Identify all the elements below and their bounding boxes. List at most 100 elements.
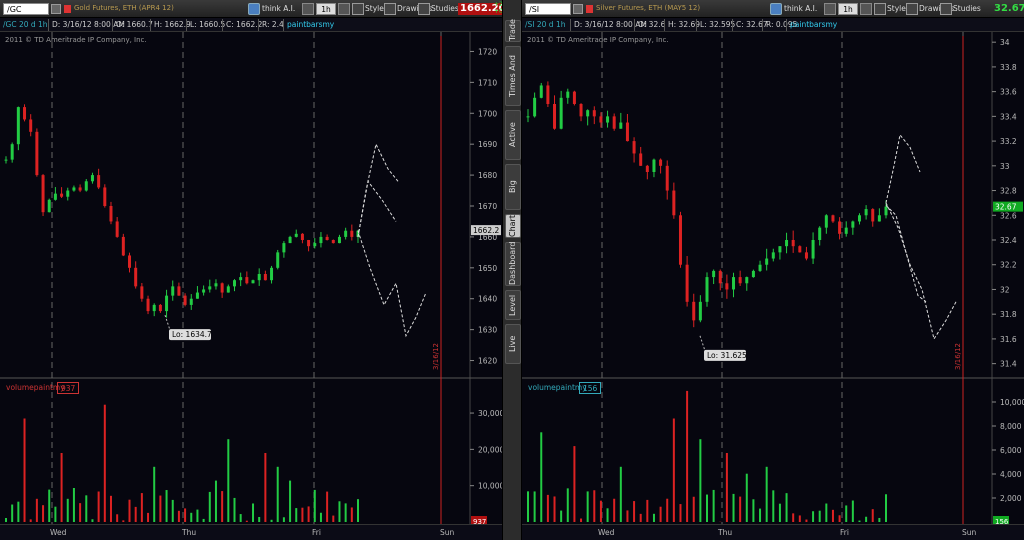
candle-body — [60, 193, 64, 197]
think-ai-icon[interactable] — [248, 3, 260, 15]
candle-body — [851, 221, 855, 228]
studies-icon[interactable] — [418, 3, 430, 15]
period-up-icon[interactable] — [338, 3, 350, 15]
candle-body — [844, 227, 848, 234]
price-tick-label: 32.8 — [1000, 187, 1017, 196]
side-tab-live-news[interactable]: Live News — [505, 324, 531, 364]
volume-bar — [289, 480, 292, 522]
price-volume-chart[interactable]: 2011 © TD Ameritrade IP Company, Inc. 34 3… — [522, 32, 1024, 540]
candle-body — [785, 240, 789, 247]
price-tick-label: 1650 — [478, 264, 497, 273]
candle-body — [732, 277, 736, 290]
price-volume-chart[interactable]: 2011 © TD Ameritrade IP Company, Inc. 172… — [0, 32, 502, 540]
info-study[interactable]: paintbarsmy — [790, 20, 837, 29]
volume-bar — [319, 512, 322, 522]
side-tab-chart[interactable]: Chart — [505, 214, 521, 238]
volume-bar — [42, 505, 45, 522]
candle-body — [121, 236, 125, 256]
candle-body — [245, 277, 249, 284]
price-tick-label: 32.4 — [1000, 236, 1017, 245]
low-label: Lo: 31.625 — [707, 351, 747, 360]
price-tick-label: 31.6 — [1000, 335, 1017, 344]
side-tab-dashboard[interactable]: Dashboard — [505, 242, 521, 286]
think-ai-icon[interactable] — [770, 3, 782, 15]
expiration-label: 3/16/12 — [954, 343, 962, 370]
symbol-dropdown-icon[interactable] — [573, 4, 583, 14]
volume-bar — [845, 505, 848, 522]
period-down-icon[interactable] — [302, 3, 314, 15]
think-ai-label[interactable]: think A.I. — [784, 4, 817, 13]
time-axis: Wed Thu Fri Sun — [0, 524, 502, 540]
price-tick-label: 1670 — [478, 202, 497, 211]
drawings-icon[interactable] — [384, 3, 396, 15]
volume-bar — [29, 519, 32, 522]
info-study[interactable]: paintbarsmy — [287, 20, 334, 29]
volume-bar — [184, 508, 187, 522]
info-symbol[interactable]: /SI 20 d 1h — [525, 20, 565, 29]
think-ai-label[interactable]: think A.I. — [262, 4, 295, 13]
volume-bar — [252, 503, 255, 522]
price-tick-label: 33.2 — [1000, 137, 1017, 146]
volume-bar — [332, 515, 335, 522]
volume-bar — [686, 390, 689, 522]
candle-body — [109, 206, 113, 222]
drawings-icon[interactable] — [906, 3, 918, 15]
candle-body — [350, 230, 354, 237]
day-label: Thu — [182, 528, 197, 537]
info-low: L: 32.595 — [700, 20, 736, 29]
info-date: D: 3/16/12 8:00 AM — [574, 20, 647, 29]
info-open: O: 32.6 — [638, 20, 666, 29]
candle-body — [685, 264, 689, 302]
bar-info: /GC 20 d 1h D: 3/16/12 8:00 AM O: 1660.7… — [0, 18, 502, 32]
side-tab-active-trader[interactable]: Active Trader — [505, 110, 531, 160]
volume-tick-label: 30,000 — [478, 409, 502, 418]
side-tab-level-ii[interactable]: Level II — [505, 290, 531, 320]
info-symbol[interactable]: /GC 20 d 1h — [3, 20, 48, 29]
volume-bar — [586, 491, 589, 522]
volume-bar — [666, 498, 669, 522]
period-up-icon[interactable] — [860, 3, 872, 15]
style-button[interactable]: Style — [887, 4, 906, 13]
symbol-description: Gold Futures, ETH (APR4 12) — [74, 4, 174, 12]
candle-body — [572, 91, 576, 104]
side-tab-big-buttons[interactable]: Big Buttons — [505, 164, 531, 210]
candle-body — [128, 255, 132, 268]
symbol-dropdown-icon[interactable] — [51, 4, 61, 14]
candle-body — [672, 190, 676, 216]
info-open: O: 1660.7 — [116, 20, 153, 29]
studies-icon[interactable] — [940, 3, 952, 15]
volume-bar — [732, 493, 735, 522]
candle-body — [791, 240, 795, 247]
volume-bar — [221, 491, 224, 522]
price-tick-label: 32 — [1000, 285, 1010, 294]
symbol-input[interactable]: /SI — [525, 3, 571, 15]
style-icon[interactable] — [352, 3, 364, 15]
symbol-input[interactable]: /GC — [3, 3, 49, 15]
period-down-icon[interactable] — [824, 3, 836, 15]
studies-button[interactable]: Studies — [953, 4, 981, 13]
volume-bar — [171, 499, 174, 522]
volume-bar — [313, 489, 316, 522]
candle-body — [10, 144, 14, 160]
volume-bar — [239, 514, 242, 522]
info-low: L: 1660.5 — [190, 20, 226, 29]
style-button[interactable]: Style — [365, 4, 384, 13]
volume-bar — [48, 489, 51, 522]
studies-button[interactable]: Studies — [431, 4, 459, 13]
candle-body — [665, 165, 669, 191]
volume-bar — [745, 473, 748, 522]
current-price-label: 32.67 — [995, 203, 1017, 212]
candle-body — [632, 141, 636, 154]
volume-bar — [659, 506, 662, 522]
volume-bar — [527, 491, 529, 522]
volume-bar — [652, 513, 655, 522]
volume-bar — [60, 453, 63, 522]
side-tab-trade[interactable]: Trade — [505, 19, 521, 42]
period-button[interactable]: 1h — [838, 3, 858, 15]
side-tab-times-and-sales[interactable]: Times And Sales — [505, 46, 531, 106]
volume-bar — [147, 512, 150, 522]
style-icon[interactable] — [874, 3, 886, 15]
price-tick-label: 1720 — [478, 47, 497, 56]
period-button[interactable]: 1h — [316, 3, 336, 15]
candle-body — [559, 97, 563, 129]
